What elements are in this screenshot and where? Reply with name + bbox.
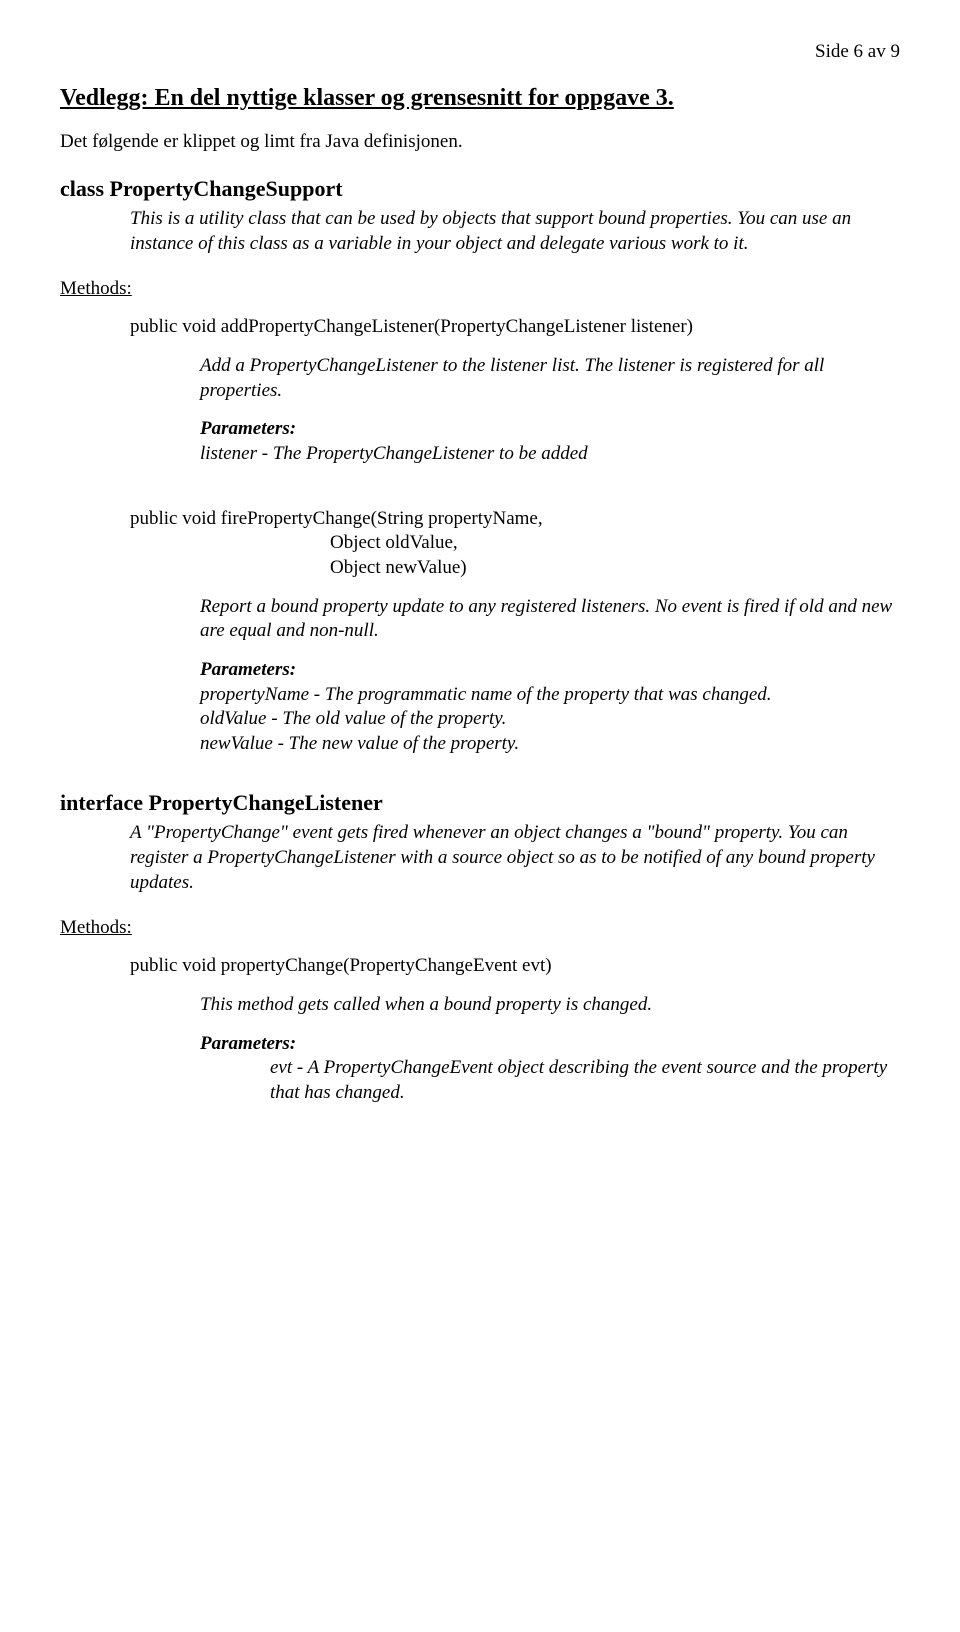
methods-label: Methods: bbox=[60, 916, 900, 941]
interface-block: interface PropertyChangeListener A "Prop… bbox=[60, 789, 900, 896]
class-name: class PropertyChangeSupport bbox=[60, 175, 900, 204]
parameter-line: propertyName - The programmatic name of … bbox=[200, 683, 900, 708]
methods-label: Methods: bbox=[60, 277, 900, 302]
interface-name: interface PropertyChangeListener bbox=[60, 789, 900, 818]
method-signature: public void firePropertyChange(String pr… bbox=[130, 507, 900, 581]
parameters-label: Parameters: bbox=[200, 1032, 900, 1057]
method-block: public void firePropertyChange(String pr… bbox=[60, 507, 900, 757]
parameter-line: listener - The PropertyChangeListener to… bbox=[200, 442, 900, 467]
parameters-label: Parameters: bbox=[200, 417, 900, 442]
class-description: This is a utility class that can be used… bbox=[130, 207, 900, 256]
method-signature-line: public void firePropertyChange(String pr… bbox=[130, 508, 543, 529]
method-description: Report a bound property update to any re… bbox=[200, 595, 900, 644]
method-block: public void propertyChange(PropertyChang… bbox=[60, 954, 900, 1105]
parameter-line: oldValue - The old value of the property… bbox=[200, 707, 900, 732]
method-description: Add a PropertyChangeListener to the list… bbox=[200, 354, 900, 403]
class-block: class PropertyChangeSupport This is a ut… bbox=[60, 175, 900, 257]
parameters-label: Parameters: bbox=[200, 658, 900, 683]
method-description: This method gets called when a bound pro… bbox=[200, 993, 900, 1018]
page-number: Side 6 av 9 bbox=[60, 40, 900, 65]
method-signature-line: Object oldValue, bbox=[330, 531, 458, 556]
parameter-line: newValue - The new value of the property… bbox=[200, 732, 900, 757]
parameter-line: evt - A PropertyChangeEvent object descr… bbox=[270, 1056, 900, 1105]
method-signature-line: Object newValue) bbox=[330, 556, 467, 581]
method-block: public void addPropertyChangeListener(Pr… bbox=[60, 315, 900, 466]
method-signature: public void propertyChange(PropertyChang… bbox=[130, 954, 900, 979]
interface-description: A "PropertyChange" event gets fired when… bbox=[130, 821, 900, 895]
document-title: Vedlegg: En del nyttige klasser og grens… bbox=[60, 83, 900, 114]
document-subtitle: Det følgende er klippet og limt fra Java… bbox=[60, 130, 900, 155]
method-signature: public void addPropertyChangeListener(Pr… bbox=[130, 315, 900, 340]
document-page: Side 6 av 9 Vedlegg: En del nyttige klas… bbox=[0, 0, 960, 1146]
